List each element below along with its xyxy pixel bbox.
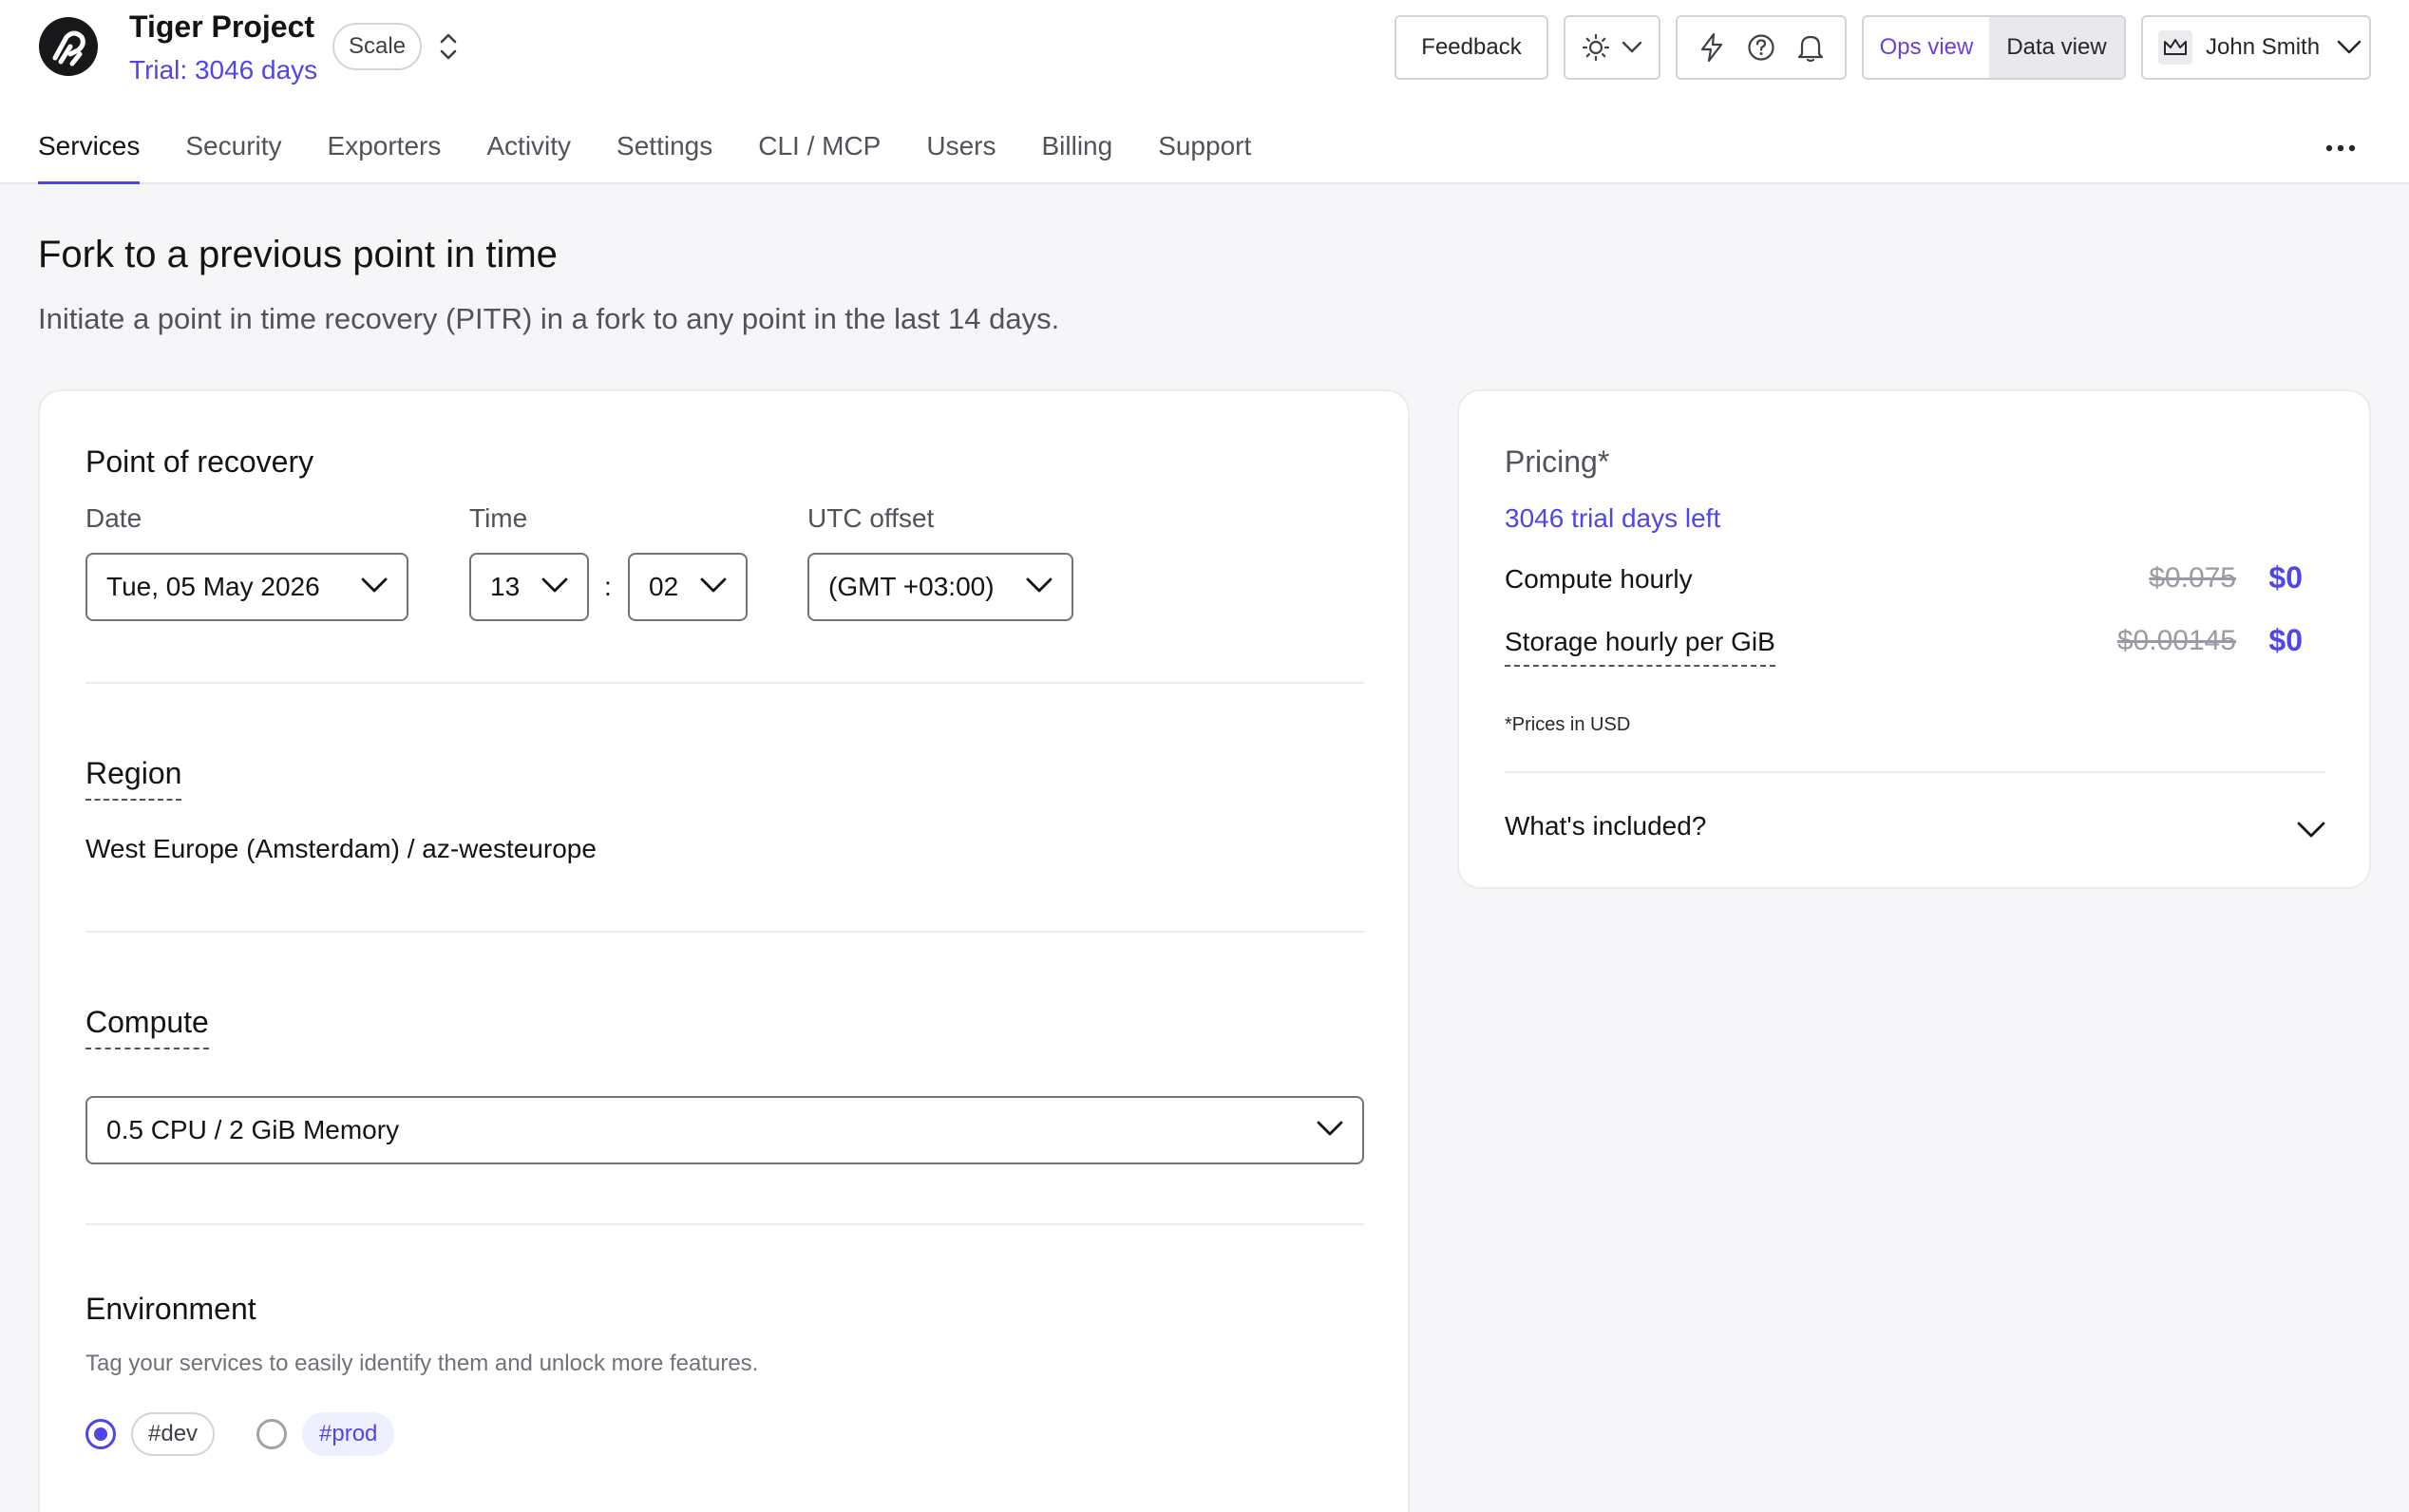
date-select[interactable]: Tue, 05 May 2026 [85,553,408,621]
tab-cli-mcp[interactable]: CLI / MCP [758,131,881,184]
region-value: West Europe (Amsterdam) / az-westeurope [85,834,597,863]
chevron-down-icon [361,577,388,593]
storage-new-price: $0 [2268,623,2303,657]
divider [85,931,1364,933]
chevron-down-icon [2337,40,2362,54]
avatar [2158,30,2192,65]
hour-value: 13 [490,572,521,601]
prod-radio[interactable] [256,1419,287,1449]
prod-tag[interactable]: #prod [302,1412,395,1456]
chevron-down-icon [1026,577,1053,593]
project-name[interactable]: Tiger Project [129,9,314,45]
tab-activity[interactable]: Activity [486,131,571,184]
view-toggle: Ops view Data view [1862,15,2126,80]
storage-old-price: $0.00145 [2116,625,2236,656]
feedback-button[interactable]: Feedback [1394,15,1548,80]
tab-security[interactable]: Security [185,131,281,184]
main-tabs: Services Security Exporters Activity Set… [38,131,1297,184]
quick-actions-group [1676,15,1847,80]
divider [85,682,1364,684]
compute-select[interactable]: 0.5 CPU / 2 GiB Memory [85,1096,1364,1164]
time-label: Time [469,503,528,533]
date-value: Tue, 05 May 2026 [106,572,320,601]
logo-icon[interactable] [38,16,99,77]
compute-section-title[interactable]: Compute [85,1005,209,1049]
help-icon[interactable] [1747,33,1775,62]
utc-offset-label: UTC offset [807,503,935,533]
divider [1505,771,2325,773]
chevron-down-icon[interactable] [2297,821,2325,840]
lightning-icon[interactable] [1698,32,1726,63]
pricing-title: Pricing* [1505,444,1610,479]
environment-section-title: Environment [85,1292,256,1326]
storage-hourly-label[interactable]: Storage hourly per GiB [1505,627,1775,667]
tab-users[interactable]: Users [926,131,996,184]
region-section-title[interactable]: Region [85,756,182,801]
prices-note: *Prices in USD [1505,714,1631,735]
sun-icon [1582,33,1610,62]
minute-select[interactable]: 02 [628,553,748,621]
chevron-down-icon [1317,1121,1343,1136]
user-name: John Smith [2206,34,2321,60]
date-label: Date [85,503,142,533]
compute-value: 0.5 CPU / 2 GiB Memory [106,1115,400,1144]
page-subtitle: Initiate a point in time recovery (PITR)… [38,302,1060,335]
theme-toggle-button[interactable] [1564,15,1660,80]
bell-icon[interactable] [1796,32,1825,63]
dev-radio[interactable] [85,1419,116,1449]
divider [85,1223,1364,1225]
crown-icon [2164,39,2187,55]
utc-offset-select[interactable]: (GMT +03:00) [807,553,1073,621]
tab-exporters[interactable]: Exporters [328,131,442,184]
top-bar: Tiger Project Trial: 3046 days Scale Fee… [0,0,2409,184]
chevron-down-icon [541,577,568,593]
data-view-option[interactable]: Data view [1989,17,2124,78]
compute-old-price: $0.075 [2149,562,2236,594]
dev-tag[interactable]: #dev [131,1412,216,1456]
chevron-down-icon [1622,41,1642,53]
compute-hourly-label: Compute hourly [1505,564,1693,594]
user-menu-button[interactable]: John Smith [2141,15,2371,80]
utc-offset-value: (GMT +03:00) [828,572,995,601]
ops-view-option[interactable]: Ops view [1864,17,1989,78]
whats-included-toggle[interactable]: What's included? [1505,811,1706,841]
trial-days-left: 3046 trial days left [1505,503,1721,533]
switch-project-icon[interactable] [435,30,462,63]
tab-billing[interactable]: Billing [1041,131,1112,184]
minute-value: 02 [649,572,679,601]
trial-days-link[interactable]: Trial: 3046 days [129,55,317,85]
environment-description: Tag your services to easily identify the… [85,1351,759,1376]
page-title: Fork to a previous point in time [38,234,558,275]
pricing-card: Pricing* 3046 trial days left Compute ho… [1457,389,2371,889]
tab-services[interactable]: Services [38,131,141,184]
hour-select[interactable]: 13 [469,553,589,621]
more-icon[interactable] [2324,139,2358,158]
tab-support[interactable]: Support [1158,131,1251,184]
fork-form-card: Point of recovery Date Tue, 05 May 2026 … [38,389,1410,1512]
compute-new-price: $0 [2268,560,2303,595]
recovery-section-title: Point of recovery [85,444,314,479]
time-separator: : [604,572,612,601]
tab-settings[interactable]: Settings [616,131,712,184]
chevron-down-icon [700,577,727,593]
plan-badge: Scale [332,23,423,70]
